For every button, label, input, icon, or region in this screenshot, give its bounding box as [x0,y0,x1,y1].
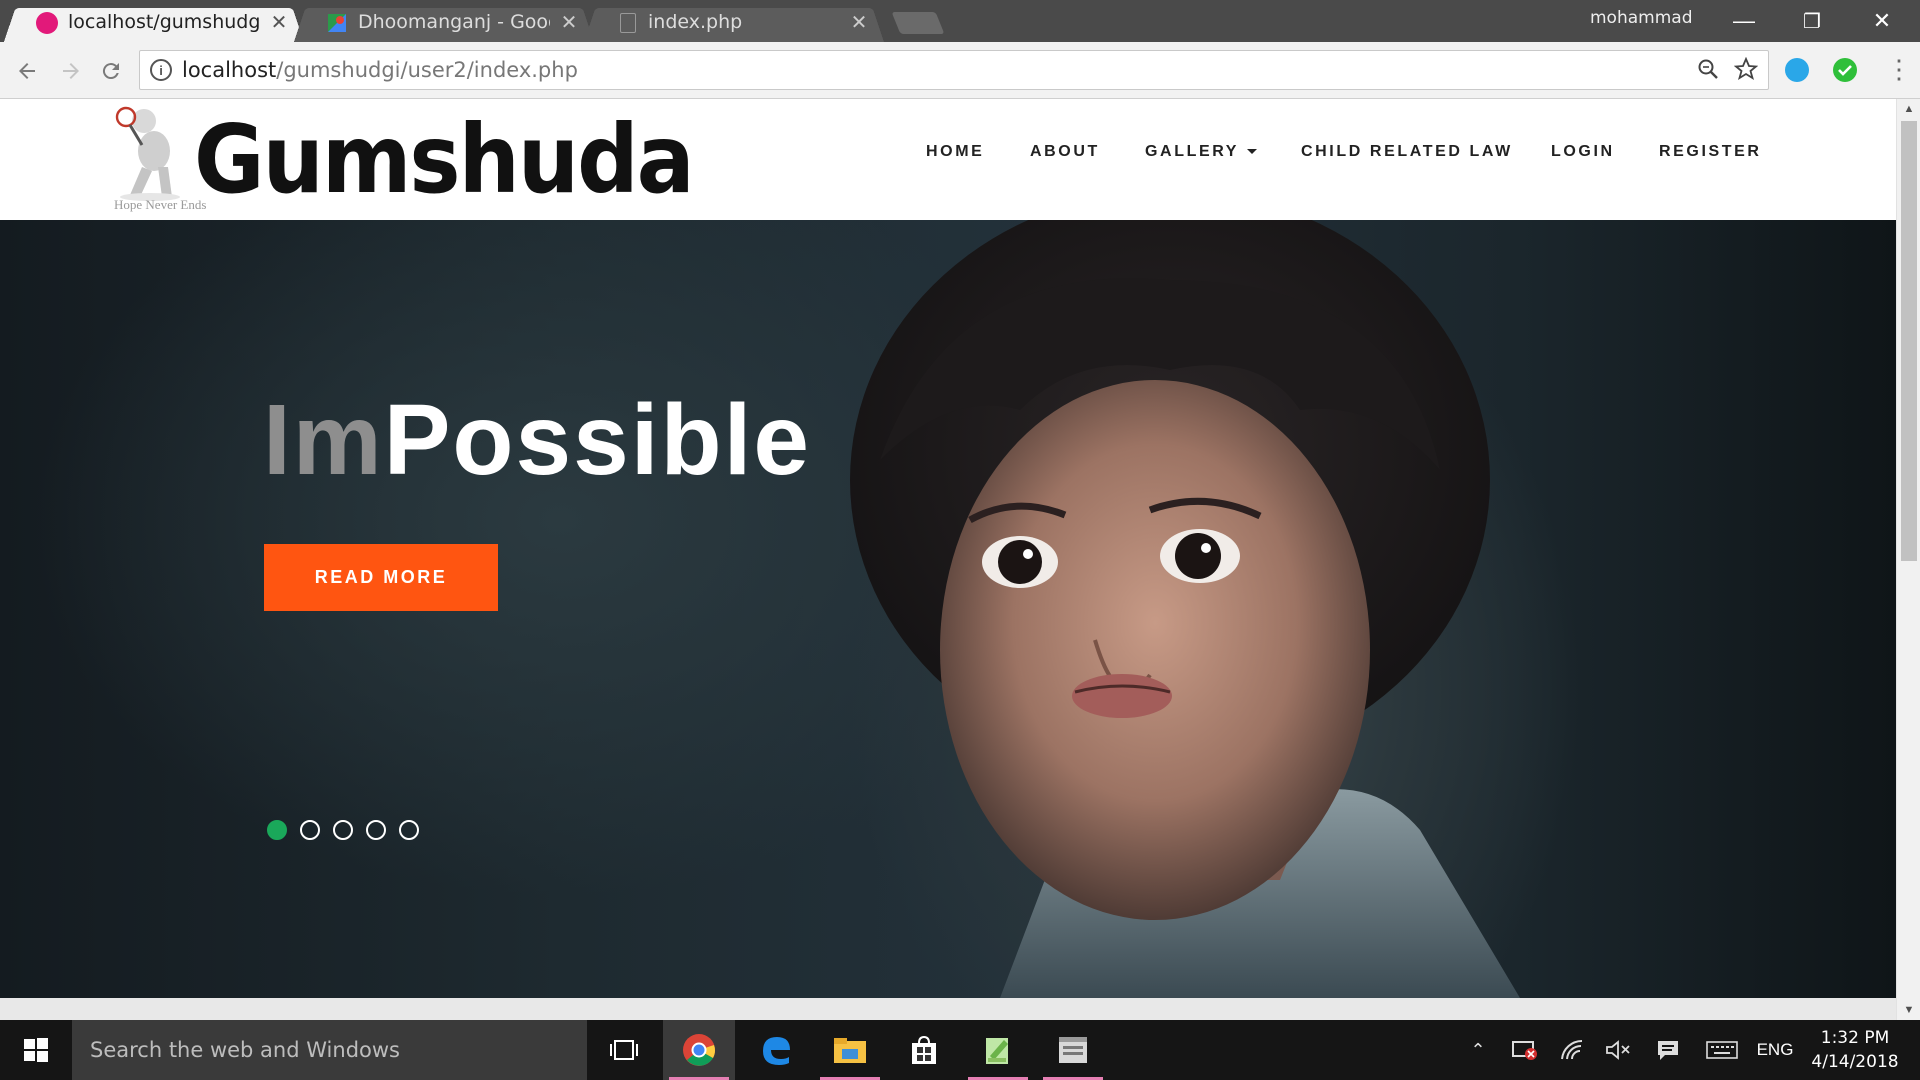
google-maps-icon [326,12,348,34]
tab-close-icon[interactable]: ✕ [560,10,578,34]
zoom-icon[interactable] [1696,57,1720,87]
hero-slider: ImPossible READ MORE [0,220,1896,998]
tab-close-icon[interactable]: ✕ [270,10,288,34]
hero-headline-main: Possible [383,384,811,496]
action-center-icon[interactable] [1648,1020,1688,1080]
read-more-button[interactable]: READ MORE [264,544,498,611]
scroll-down-icon[interactable]: ▼ [1897,1000,1920,1020]
scroll-up-icon[interactable]: ▲ [1897,99,1920,119]
slider-dot[interactable] [267,820,287,840]
nav-gallery-label: GALLERY [1145,143,1240,160]
minimize-button[interactable]: — [1714,0,1774,42]
tab-title: index.php [648,11,743,33]
wifi-icon[interactable] [1552,1020,1592,1080]
next-section-edge [0,998,1896,1020]
tab-index-php[interactable]: index.php ✕ [584,2,884,42]
forward-arrow-icon[interactable] [56,56,86,86]
store-icon[interactable] [888,1020,960,1080]
show-hidden-icons-icon[interactable]: ⌃ [1460,1020,1496,1080]
page-scrollbar[interactable]: ▲ ▼ [1896,99,1920,1020]
edge-icon[interactable] [740,1020,812,1080]
taskbar-search[interactable]: Search the web and Windows [72,1020,587,1080]
new-tab-button[interactable] [891,12,945,34]
chrome-icon[interactable] [663,1020,735,1080]
tab-gumshuda[interactable]: localhost/gumshudgi/use ✕ [4,2,304,42]
star-icon[interactable] [1733,56,1759,87]
hero-headline-prefix: Im [263,384,384,496]
chevron-down-icon [1247,149,1258,155]
scrollbar-thumb[interactable] [1901,121,1917,561]
taskbar-clock[interactable]: 1:32 PM 4/14/2018 [1800,1026,1910,1074]
notepad-plus-icon[interactable] [962,1020,1034,1080]
nav-about[interactable]: ABOUT [1030,143,1100,161]
site-navbar: Gumshuda Hope Never Ends HOME ABOUT GALL… [0,99,1896,220]
windows-taskbar: Search the web and Windows ⌃ ENG 1:32 PM… [0,1020,1920,1080]
slider-dot[interactable] [333,820,353,840]
slider-dot[interactable] [399,820,419,840]
tab-close-icon[interactable]: ✕ [850,10,868,34]
file-explorer-icon[interactable] [814,1020,886,1080]
nav-gallery[interactable]: GALLERY [1145,143,1258,161]
wamp-icon [36,12,58,34]
document-icon [620,13,636,33]
extension-check-icon[interactable] [1833,58,1857,82]
nav-child-related-law[interactable]: CHILD RELATED LAW [1301,143,1513,161]
clock-time: 1:32 PM [1820,1028,1890,1048]
slider-dot[interactable] [300,820,320,840]
browser-tab-strip: localhost/gumshudgi/use ✕ Dhoomanganj - … [0,0,1920,42]
app-window-icon[interactable] [1037,1020,1109,1080]
task-view-icon[interactable] [588,1020,660,1080]
page-viewport: Gumshuda Hope Never Ends HOME ABOUT GALL… [0,99,1920,1020]
tab-google-maps[interactable]: Dhoomanganj - Google I ✕ [294,2,594,42]
close-window-button[interactable]: ✕ [1852,0,1912,42]
tab-title: localhost/gumshudgi/use [68,11,260,33]
menu-icon[interactable]: ⋮ [1886,56,1912,82]
volume-muted-icon[interactable] [1598,1020,1638,1080]
reload-icon[interactable] [96,56,126,86]
restore-button[interactable]: ❐ [1782,0,1842,42]
site-info-icon[interactable]: i [150,59,172,81]
main-nav: HOME ABOUT GALLERY CHILD RELATED LAW LOG… [0,99,1896,220]
keyboard-icon[interactable] [1700,1020,1744,1080]
address-bar[interactable]: i localhost/gumshudgi/user2/index.php [139,50,1769,90]
hero-headline: ImPossible [263,390,811,490]
clock-date: 4/14/2018 [1811,1052,1899,1072]
profile-name[interactable]: mohammad [1590,8,1692,28]
browser-toolbar: i localhost/gumshudgi/user2/index.php ⋮ [0,42,1920,99]
language-indicator[interactable]: ENG [1752,1020,1798,1080]
windows-start-icon[interactable] [0,1020,72,1080]
nav-register[interactable]: REGISTER [1659,143,1762,161]
tab-title: Dhoomanganj - Google I [358,11,550,33]
slider-dot[interactable] [366,820,386,840]
back-arrow-icon[interactable] [12,56,42,86]
address-url[interactable]: localhost/gumshudgi/user2/index.php [182,58,578,82]
extension-icon[interactable] [1785,58,1809,82]
nav-home[interactable]: HOME [926,143,984,161]
network-warning-icon[interactable] [1505,1020,1545,1080]
slider-pagination [267,820,419,840]
nav-login[interactable]: LOGIN [1551,143,1615,161]
